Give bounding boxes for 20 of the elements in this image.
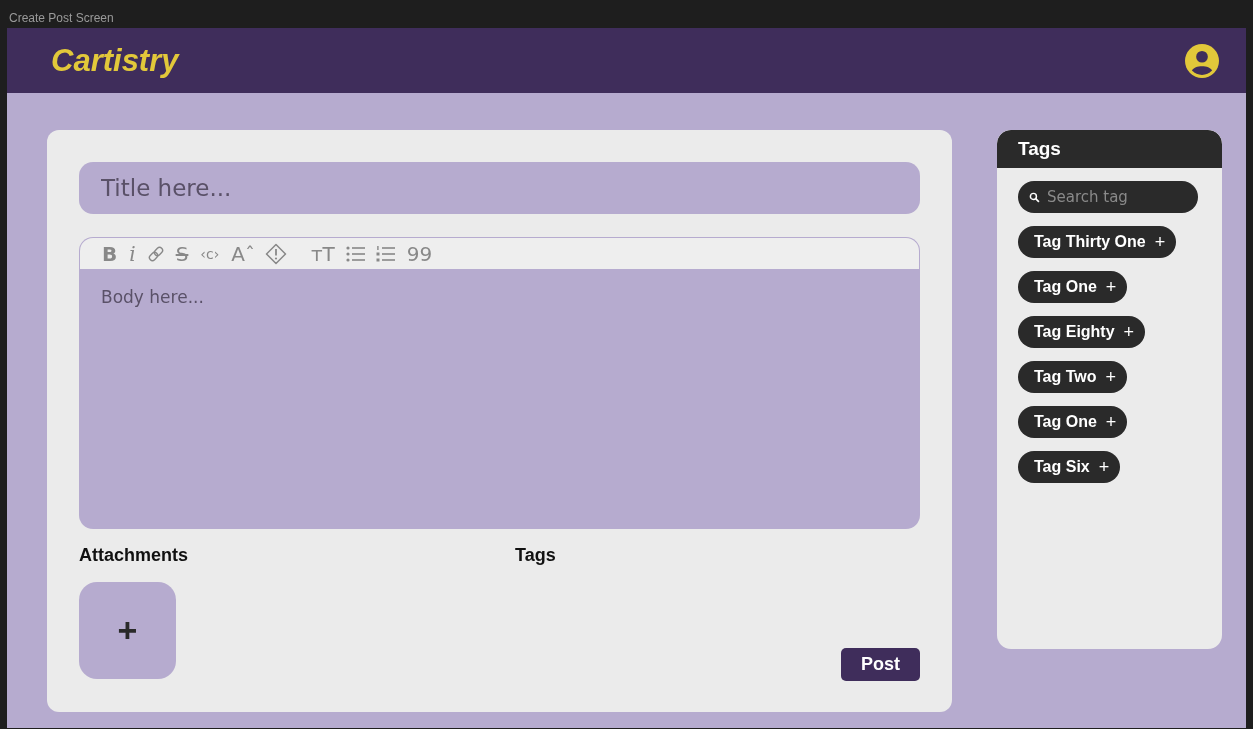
tag-chip[interactable]: Tag One + <box>1018 271 1128 303</box>
search-icon <box>1029 192 1040 203</box>
tag-chip[interactable]: Tag Two + <box>1018 361 1128 393</box>
numbered-list-icon[interactable] <box>374 243 397 264</box>
post-button[interactable]: Post <box>841 648 920 681</box>
tags-heading: Tags <box>515 545 557 566</box>
tag-chip[interactable]: Tag One + <box>1018 406 1128 438</box>
tag-chip[interactable]: Tag Eighty + <box>1018 316 1146 348</box>
add-attachment-button[interactable]: + <box>79 582 176 679</box>
body-field[interactable]: Body here... <box>79 269 920 529</box>
tag-chip[interactable]: Tag Thirty One + <box>1018 226 1177 258</box>
user-avatar-icon[interactable] <box>1185 43 1219 78</box>
window-title: Create Post Screen <box>9 11 114 25</box>
search-field[interactable]: Search tag <box>1018 181 1198 213</box>
warning-icon[interactable] <box>264 242 287 265</box>
attachments-heading: Attachments <box>79 545 190 566</box>
logo: Cartistry <box>51 42 179 79</box>
panel-title: Tags <box>1018 138 1061 160</box>
tag-chip[interactable]: Tag Six + <box>1018 451 1121 483</box>
title-field[interactable]: Title here... <box>79 162 920 214</box>
